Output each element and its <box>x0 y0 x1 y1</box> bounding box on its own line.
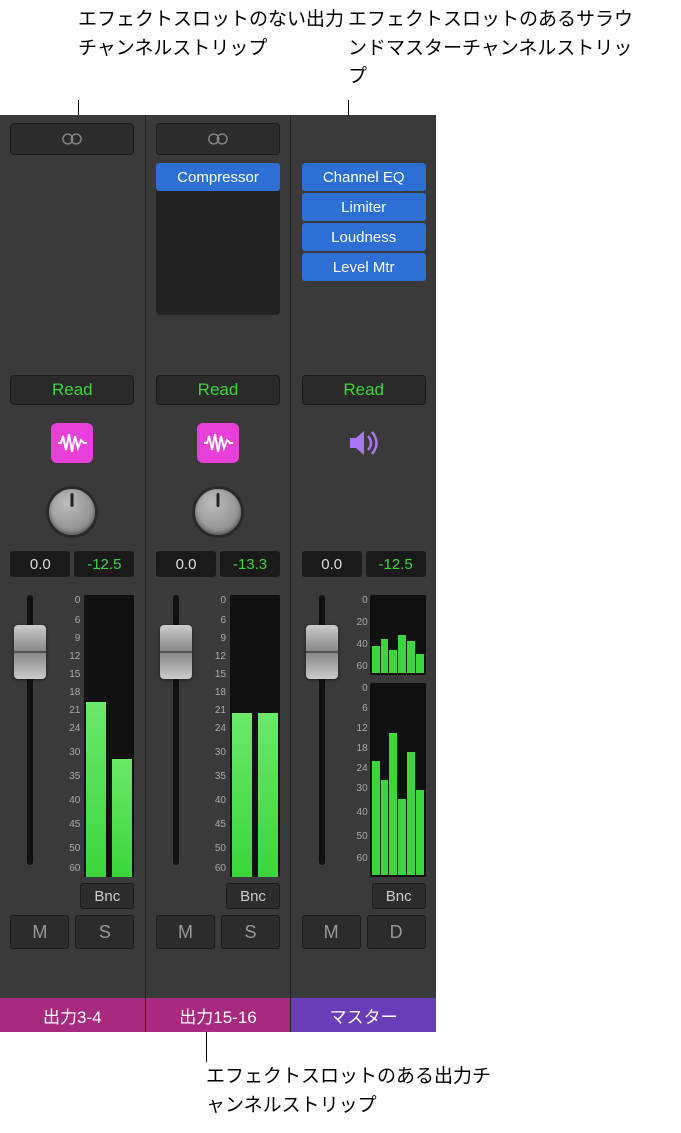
solo-button[interactable]: S <box>75 915 134 949</box>
automation-mode-button[interactable]: Read <box>10 375 134 405</box>
effect-compressor[interactable]: Compressor <box>156 163 280 191</box>
channel-output-3-4: Read 0.0 -12.5 0 6 9 12 15 18 21 <box>0 115 146 1032</box>
mute-button[interactable]: M <box>10 915 69 949</box>
effects-slots[interactable]: Compressor <box>156 163 280 315</box>
caption-bottom: エフェクトスロットのある出力チャンネルストリップ <box>206 1063 506 1120</box>
channel-setting-button[interactable] <box>10 123 134 155</box>
bounce-button[interactable]: Bnc <box>372 883 426 909</box>
bounce-button[interactable]: Bnc <box>80 883 134 909</box>
fader-track[interactable] <box>156 595 196 877</box>
effect-loudness[interactable]: Loudness <box>302 223 426 251</box>
fader-track[interactable] <box>10 595 50 877</box>
peak-value[interactable]: -12.5 <box>74 551 134 577</box>
fader-cap[interactable] <box>306 625 338 679</box>
dim-button[interactable]: D <box>367 915 426 949</box>
peak-value[interactable]: -12.5 <box>366 551 426 577</box>
fader-cap[interactable] <box>160 625 192 679</box>
caption-top-right: エフェクトスロットのあるサラウンドマスターチャンネルストリップ <box>348 6 648 92</box>
effect-channel-eq[interactable]: Channel EQ <box>302 163 426 191</box>
volume-value[interactable]: 0.0 <box>302 551 362 577</box>
bounce-button[interactable]: Bnc <box>226 883 280 909</box>
channel-name[interactable]: 出力15-16 <box>146 998 291 1032</box>
caption-top-left: エフェクトスロットのない出力チャンネルストリップ <box>78 6 348 63</box>
surround-meter-upper: 0 20 40 60 <box>370 595 426 675</box>
effects-slots[interactable]: Channel EQ Limiter Loudness Level Mtr <box>302 163 426 315</box>
fader-meter-section: 0 20 40 60 0 <box>302 595 426 877</box>
stereo-icon <box>58 131 86 147</box>
level-meter <box>84 595 134 877</box>
fader-track[interactable] <box>302 595 342 877</box>
surround-meter-lower: 0 6 12 18 24 30 40 50 60 <box>370 683 426 877</box>
pan-knob[interactable] <box>46 486 98 538</box>
caption-line <box>206 1032 207 1062</box>
fader-meter-section: 0 6 9 12 15 18 21 24 30 35 40 45 50 60 <box>10 595 134 877</box>
stereo-icon <box>204 131 232 147</box>
volume-value[interactable]: 0.0 <box>156 551 216 577</box>
pan-knob[interactable] <box>192 486 244 538</box>
speaker-icon <box>344 423 384 463</box>
waveform-icon <box>203 432 233 454</box>
db-scale: 0 6 9 12 15 18 21 24 30 35 40 45 50 60 <box>196 595 228 877</box>
level-meter <box>230 595 280 877</box>
channel-type-icon[interactable] <box>343 423 385 463</box>
mixer-panel: Read 0.0 -12.5 0 6 9 12 15 18 21 <box>0 115 436 1032</box>
peak-value[interactable]: -13.3 <box>220 551 280 577</box>
channel-output-15-16: Compressor Read 0.0 -13.3 0 6 9 12 15 <box>146 115 292 1032</box>
channel-setting-button[interactable] <box>156 123 280 155</box>
channel-name[interactable]: マスター <box>291 998 436 1032</box>
channel-type-icon[interactable] <box>51 423 93 463</box>
automation-mode-button[interactable]: Read <box>302 375 426 405</box>
effects-slots[interactable] <box>10 163 134 315</box>
volume-value[interactable]: 0.0 <box>10 551 70 577</box>
automation-mode-button[interactable]: Read <box>156 375 280 405</box>
mute-button[interactable]: M <box>302 915 361 949</box>
channel-type-icon[interactable] <box>197 423 239 463</box>
solo-button[interactable]: S <box>221 915 280 949</box>
channel-name[interactable]: 出力3-4 <box>0 998 145 1032</box>
db-scale: 0 6 9 12 15 18 21 24 30 35 40 45 50 60 <box>50 595 82 877</box>
waveform-icon <box>57 432 87 454</box>
fader-cap[interactable] <box>14 625 46 679</box>
fader-meter-section: 0 6 9 12 15 18 21 24 30 35 40 45 50 60 <box>156 595 280 877</box>
effect-limiter[interactable]: Limiter <box>302 193 426 221</box>
channel-master: Channel EQ Limiter Loudness Level Mtr Re… <box>291 115 436 1032</box>
mute-button[interactable]: M <box>156 915 215 949</box>
effect-level-mtr[interactable]: Level Mtr <box>302 253 426 281</box>
